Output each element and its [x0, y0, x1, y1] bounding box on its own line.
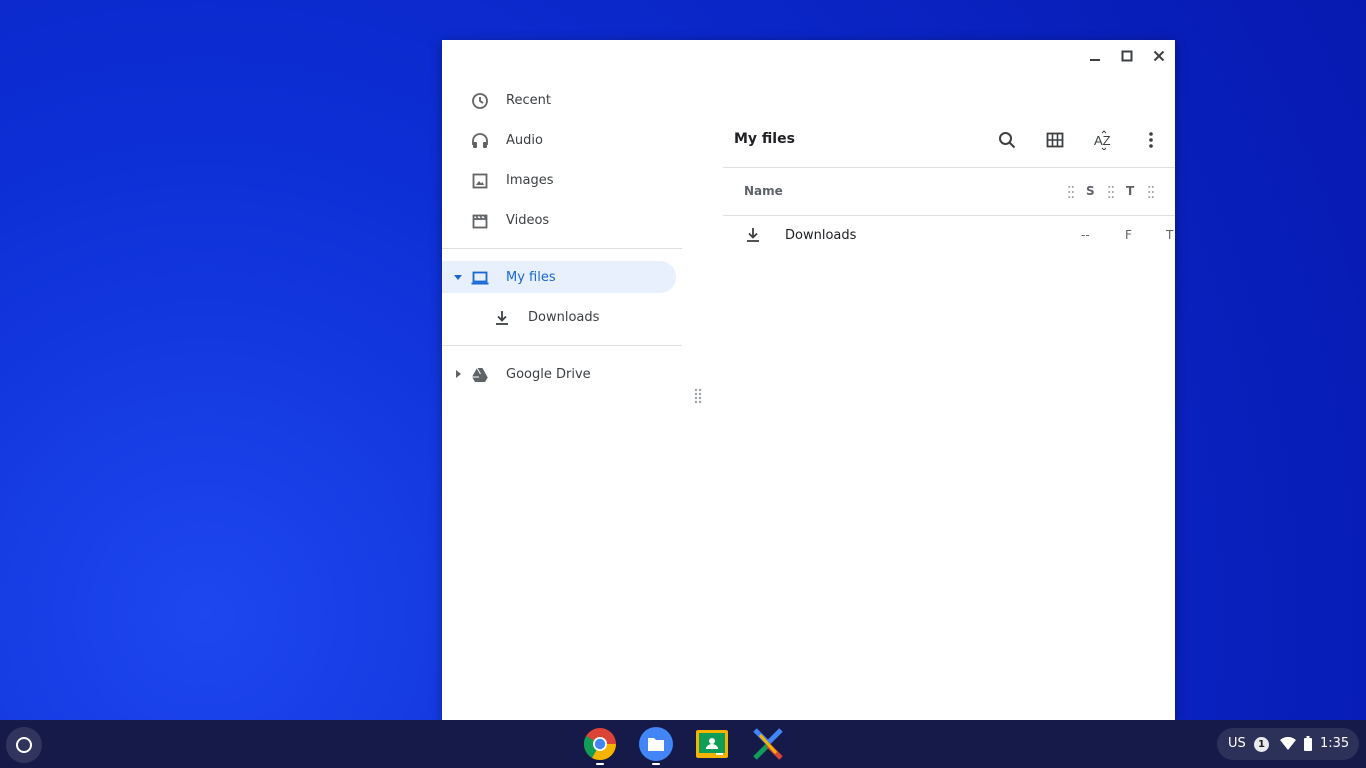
column-header-type[interactable]: T: [1126, 184, 1134, 198]
sidebar-item-google-drive[interactable]: Google Drive: [442, 358, 676, 390]
sidebar-item-label: Google Drive: [506, 366, 591, 382]
clock: 1:35: [1320, 736, 1350, 751]
launcher-button[interactable]: [6, 727, 42, 763]
grid-view-button[interactable]: [1043, 128, 1067, 152]
files-app-window: Recent Audio Images Videos My files Down…: [442, 40, 1175, 720]
sidebar-item-downloads[interactable]: Downloads: [442, 301, 676, 333]
shelf: US 1 1:35: [0, 720, 1366, 768]
sidebar-item-recent[interactable]: Recent: [442, 84, 676, 116]
navigation-sidebar: Recent Audio Images Videos My files Down…: [442, 80, 682, 720]
sidebar-item-label: Audio: [506, 132, 543, 148]
maximize-icon: [1121, 50, 1133, 62]
file-size: --: [1081, 228, 1090, 242]
notification-badge: 1: [1254, 737, 1269, 752]
file-list-panel: My files AZ Name S T Downloads -- F T: [723, 80, 1175, 720]
sidebar-divider: [442, 248, 682, 249]
status-tray[interactable]: US 1 1:35: [1217, 728, 1359, 760]
column-header-size[interactable]: S: [1086, 184, 1095, 198]
image-icon: [472, 173, 488, 189]
table-row[interactable]: Downloads -- F T: [723, 220, 1175, 252]
toolbar-divider: [723, 167, 1175, 168]
sort-az-icon: AZ: [1094, 130, 1111, 150]
minimize-button[interactable]: [1079, 40, 1111, 72]
window-controls: [1079, 40, 1175, 72]
page-title: My files: [734, 131, 795, 147]
chrome-icon[interactable]: [582, 726, 618, 762]
column-resize-icon[interactable]: [1068, 185, 1074, 199]
file-name: Downloads: [785, 228, 857, 243]
file-type: F: [1125, 228, 1132, 242]
sort-button[interactable]: AZ: [1091, 128, 1115, 152]
sidebar-item-audio[interactable]: Audio: [442, 124, 676, 156]
sidebar-item-label: Downloads: [528, 309, 600, 325]
sidebar-item-images[interactable]: Images: [442, 164, 676, 196]
download-icon: [747, 228, 759, 242]
battery-icon: [1304, 736, 1312, 751]
headphones-icon: [472, 133, 488, 148]
files-icon[interactable]: [638, 726, 674, 762]
sidebar-item-label: Recent: [506, 92, 551, 108]
more-vert-icon: [1149, 132, 1153, 148]
close-icon: [1153, 50, 1165, 62]
chevron-down-icon[interactable]: [453, 272, 463, 282]
sidebar-item-label: My files: [506, 269, 556, 285]
maximize-button[interactable]: [1111, 40, 1143, 72]
clock-icon: [472, 93, 488, 109]
film-icon: [472, 214, 488, 229]
chevron-right-icon[interactable]: [453, 369, 463, 379]
classroom-icon[interactable]: [694, 726, 730, 762]
search-icon: [999, 132, 1016, 149]
wifi-icon: [1280, 737, 1296, 750]
launcher-icon: [16, 737, 32, 753]
sidebar-item-label: Videos: [506, 212, 550, 228]
sort-label: AZ: [1094, 133, 1111, 148]
column-resize-icon[interactable]: [1108, 185, 1114, 199]
header-divider: [723, 215, 1175, 216]
minimize-icon: [1090, 59, 1100, 61]
sidebar-item-label: Images: [506, 172, 554, 188]
search-button[interactable]: [995, 128, 1019, 152]
close-button[interactable]: [1143, 40, 1175, 72]
app-x-icon[interactable]: [750, 726, 786, 762]
sidebar-divider: [442, 345, 682, 346]
laptop-icon: [471, 271, 489, 285]
download-icon: [496, 311, 508, 325]
panel-resize-handle-icon[interactable]: [694, 388, 702, 404]
chrome-running-indicator: [596, 763, 604, 765]
ime-indicator: US: [1228, 736, 1246, 751]
file-modified: T: [1166, 228, 1174, 242]
drive-icon: [472, 367, 489, 382]
sidebar-item-my-files[interactable]: My files: [442, 261, 676, 293]
files-running-indicator: [652, 763, 660, 765]
column-header-name[interactable]: Name: [744, 184, 783, 198]
more-options-button[interactable]: [1139, 128, 1163, 152]
sidebar-item-videos[interactable]: Videos: [442, 204, 676, 236]
grid-view-icon: [1046, 132, 1064, 148]
column-resize-icon[interactable]: [1148, 185, 1154, 199]
